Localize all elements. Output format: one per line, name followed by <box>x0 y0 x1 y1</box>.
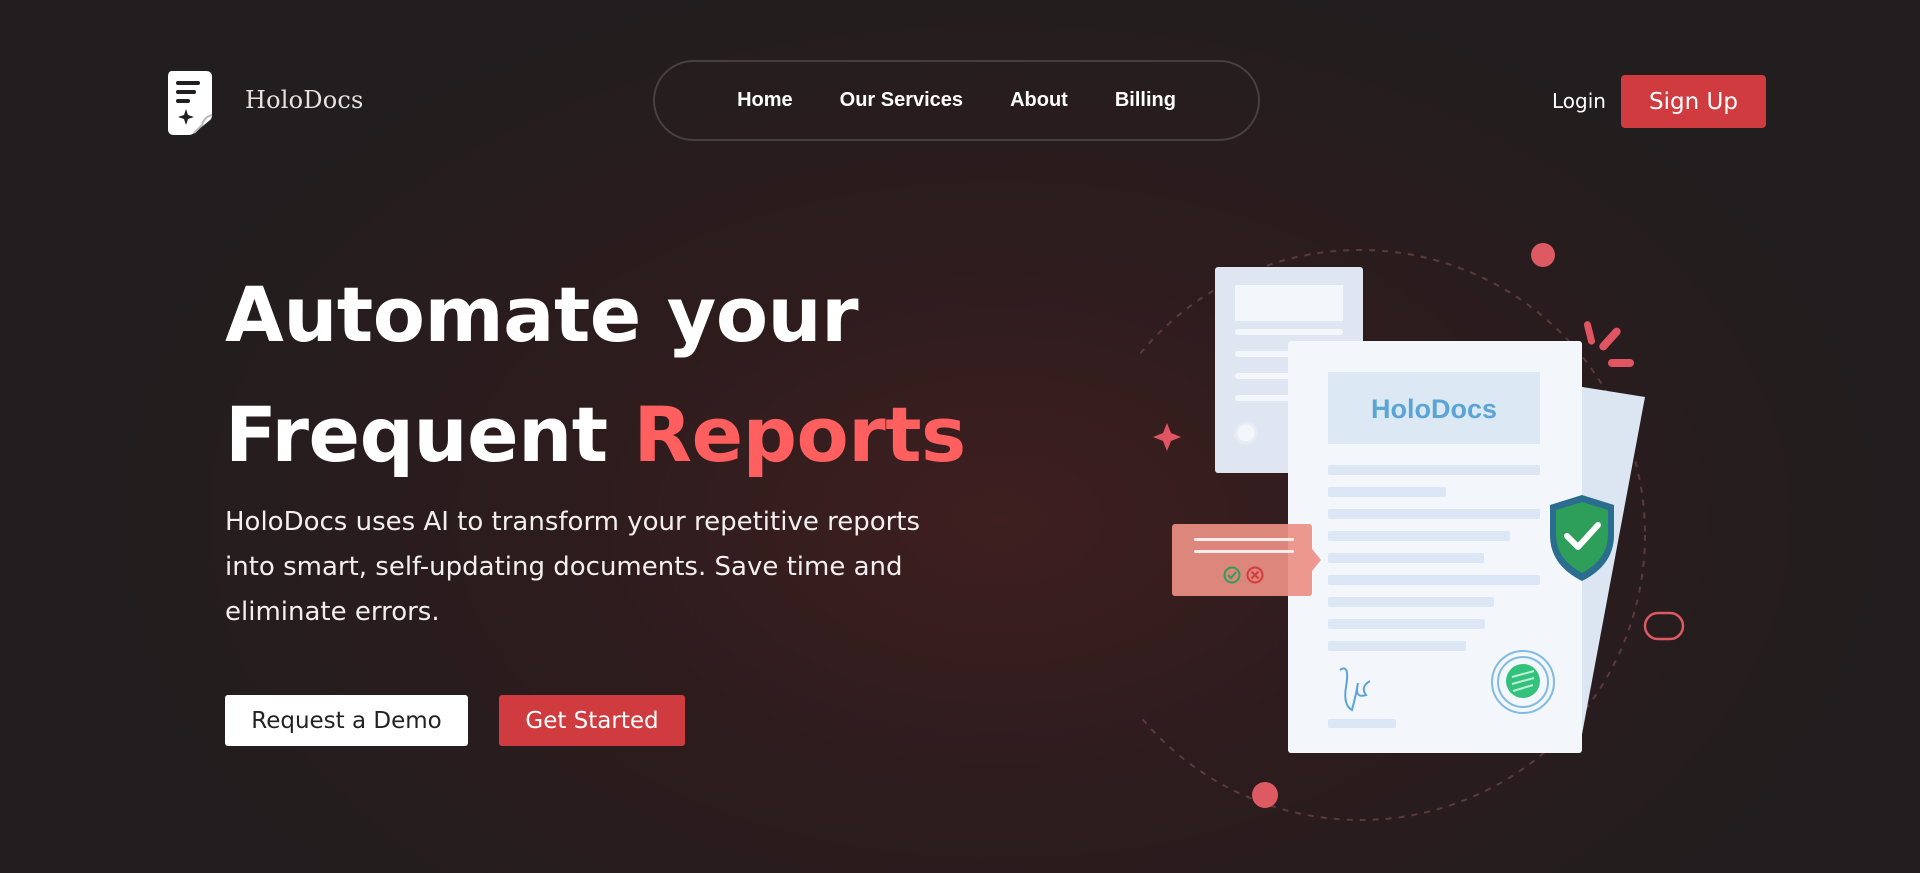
headline-line-2: Frequent <box>225 390 608 479</box>
accent-dot <box>1531 243 1555 267</box>
nav-our-services[interactable]: Our Services <box>840 89 963 112</box>
accent-dot <box>1252 782 1278 808</box>
burst-line <box>1608 359 1634 367</box>
headline-line-1: Automate your <box>225 270 859 359</box>
get-started-button[interactable]: Get Started <box>499 695 685 746</box>
sparkle-icon <box>1153 423 1181 451</box>
hero-illustration: HoloDocs <box>1140 243 1685 821</box>
burst-line <box>1583 321 1596 345</box>
nav-home[interactable]: Home <box>737 89 793 112</box>
nav-about[interactable]: About <box>1010 89 1068 112</box>
document-brand: HoloDocs <box>1371 394 1497 424</box>
accent-pill <box>1643 611 1685 641</box>
request-demo-button[interactable]: Request a Demo <box>225 695 468 746</box>
login-link[interactable]: Login <box>1552 89 1606 113</box>
burst-line <box>1599 327 1621 351</box>
hero-description: HoloDocs uses AI to transform your repet… <box>225 507 921 627</box>
nav-billing[interactable]: Billing <box>1115 89 1176 112</box>
approval-card <box>1172 524 1321 596</box>
document-logo-icon[interactable] <box>166 69 214 135</box>
hero-headline: Automate your Frequent Reports <box>225 255 966 495</box>
headline-accent: Reports <box>633 390 967 479</box>
main-nav: Home Our Services About Billing <box>653 60 1260 141</box>
sign-up-button[interactable]: Sign Up <box>1621 75 1766 128</box>
brand-name[interactable]: HoloDocs <box>245 86 364 114</box>
